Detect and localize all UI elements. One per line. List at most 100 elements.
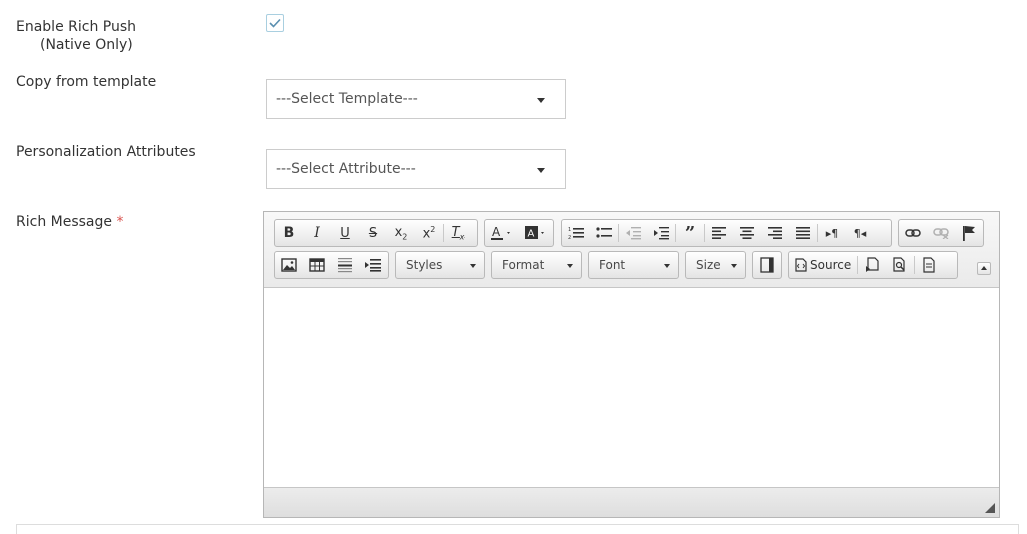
preview-icon xyxy=(893,257,905,272)
chevron-down-icon xyxy=(537,98,545,103)
horizontal-line-button[interactable] xyxy=(331,252,359,278)
remove-format-button[interactable]: Tx xyxy=(444,220,472,246)
ltr-button[interactable]: ▸¶ xyxy=(818,220,846,246)
indent-block-icon xyxy=(365,259,381,272)
increase-indent-button[interactable] xyxy=(647,220,675,246)
resize-handle-icon[interactable] xyxy=(985,503,995,513)
unlink-icon xyxy=(933,228,949,239)
rich-message-label: Rich Message * xyxy=(16,213,123,231)
link-icon xyxy=(905,229,921,237)
underline-button[interactable]: U xyxy=(331,220,359,246)
new-page-button[interactable] xyxy=(915,252,943,278)
horizontal-line-icon xyxy=(338,258,352,273)
align-center-icon xyxy=(740,227,754,239)
format-dropdown-label: Format xyxy=(502,258,545,272)
maximize-icon xyxy=(760,257,774,273)
decrease-indent-button[interactable] xyxy=(619,220,647,246)
source-icon xyxy=(795,258,807,272)
unlink-button[interactable] xyxy=(927,220,955,246)
attribute-select-value: ---Select Attribute--- xyxy=(276,161,416,177)
size-dropdown-label: Size xyxy=(696,258,721,272)
font-dropdown[interactable]: Font xyxy=(588,251,679,279)
template-select-value: ---Select Template--- xyxy=(276,91,418,107)
attribute-select[interactable]: ---Select Attribute--- xyxy=(266,149,566,189)
chevron-down-icon xyxy=(537,168,545,173)
preview-button[interactable] xyxy=(886,252,914,278)
numbered-list-icon: 1 2 xyxy=(568,227,584,240)
source-button-label: Source xyxy=(810,258,852,272)
chevron-down-icon xyxy=(470,264,476,268)
rich-text-editor: B I U S x2 x2 Tx A A 1 2 ” ▸¶ ¶◂ Styles … xyxy=(263,211,1000,518)
paragraph-group: 1 2 ” ▸¶ ¶◂ xyxy=(561,219,892,247)
next-section-panel xyxy=(16,524,1019,534)
copy-template-label: Copy from template xyxy=(16,74,157,90)
decrease-indent-icon xyxy=(626,227,641,240)
maximize-button[interactable] xyxy=(753,252,781,278)
rich-push-checkbox[interactable] xyxy=(266,14,284,32)
image-icon xyxy=(281,258,297,272)
bulleted-list-icon xyxy=(596,227,612,238)
editor-content-area[interactable] xyxy=(264,289,999,487)
insert-group xyxy=(274,251,389,279)
maximize-group xyxy=(752,251,782,279)
source-button[interactable]: Source xyxy=(789,252,857,278)
table-button[interactable] xyxy=(303,252,331,278)
bulleted-list-button[interactable] xyxy=(590,220,618,246)
align-right-button[interactable] xyxy=(761,220,789,246)
document-icon xyxy=(923,257,935,273)
chevron-down-icon xyxy=(731,264,737,268)
strikethrough-button[interactable]: S xyxy=(359,220,387,246)
rich-message-label-text: Rich Message xyxy=(16,214,112,230)
align-right-icon xyxy=(768,227,782,239)
template-select[interactable]: ---Select Template--- xyxy=(266,79,566,119)
superscript-button[interactable]: x2 xyxy=(415,220,443,246)
image-button[interactable] xyxy=(275,252,303,278)
indent-block-button[interactable] xyxy=(359,252,387,278)
color-group: A A xyxy=(484,219,554,247)
personalization-label: Personalization Attributes xyxy=(16,144,196,160)
blockquote-button[interactable]: ” xyxy=(676,220,704,246)
checkmark-icon xyxy=(269,18,281,28)
numbered-list-button[interactable]: 1 2 xyxy=(562,220,590,246)
templates-button[interactable] xyxy=(858,252,886,278)
collapse-toolbar-button[interactable] xyxy=(977,262,991,275)
anchor-button[interactable] xyxy=(955,220,983,246)
align-left-button[interactable] xyxy=(705,220,733,246)
link-button[interactable] xyxy=(899,220,927,246)
svg-text:1: 1 xyxy=(568,227,571,233)
document-group: Source xyxy=(788,251,958,279)
increase-indent-icon xyxy=(654,227,669,240)
links-group xyxy=(898,219,984,247)
justify-icon xyxy=(796,227,810,239)
font-dropdown-label: Font xyxy=(599,258,626,272)
rich-push-label: Enable Rich Push xyxy=(16,19,137,35)
chevron-down-icon xyxy=(567,264,573,268)
chevron-down-icon xyxy=(664,264,670,268)
background-color-button[interactable]: A xyxy=(519,220,553,246)
table-icon xyxy=(309,258,325,272)
svg-text:A: A xyxy=(528,229,535,240)
text-color-button[interactable]: A xyxy=(485,220,519,246)
required-marker: * xyxy=(116,214,124,230)
editor-toolbar: B I U S x2 x2 Tx A A 1 2 ” ▸¶ ¶◂ Styles … xyxy=(264,212,999,288)
templates-icon xyxy=(866,257,879,272)
background-color-icon: A xyxy=(525,226,544,240)
justify-button[interactable] xyxy=(789,220,817,246)
subscript-button[interactable]: x2 xyxy=(387,220,415,246)
editor-status-bar xyxy=(264,487,999,517)
styles-dropdown-label: Styles xyxy=(406,258,443,272)
svg-text:2: 2 xyxy=(568,235,571,240)
rich-push-sublabel: (Native Only) xyxy=(40,37,133,53)
flag-icon xyxy=(963,226,975,241)
basic-styles-group: B I U S x2 x2 Tx xyxy=(274,219,478,247)
styles-dropdown[interactable]: Styles xyxy=(395,251,485,279)
text-color-icon: A xyxy=(491,225,510,240)
align-center-button[interactable] xyxy=(733,220,761,246)
format-dropdown[interactable]: Format xyxy=(491,251,582,279)
rtl-button[interactable]: ¶◂ xyxy=(846,220,874,246)
svg-text:A: A xyxy=(492,225,501,239)
size-dropdown[interactable]: Size xyxy=(685,251,746,279)
italic-button[interactable]: I xyxy=(303,220,331,246)
align-left-icon xyxy=(712,227,726,239)
bold-button[interactable]: B xyxy=(275,220,303,246)
